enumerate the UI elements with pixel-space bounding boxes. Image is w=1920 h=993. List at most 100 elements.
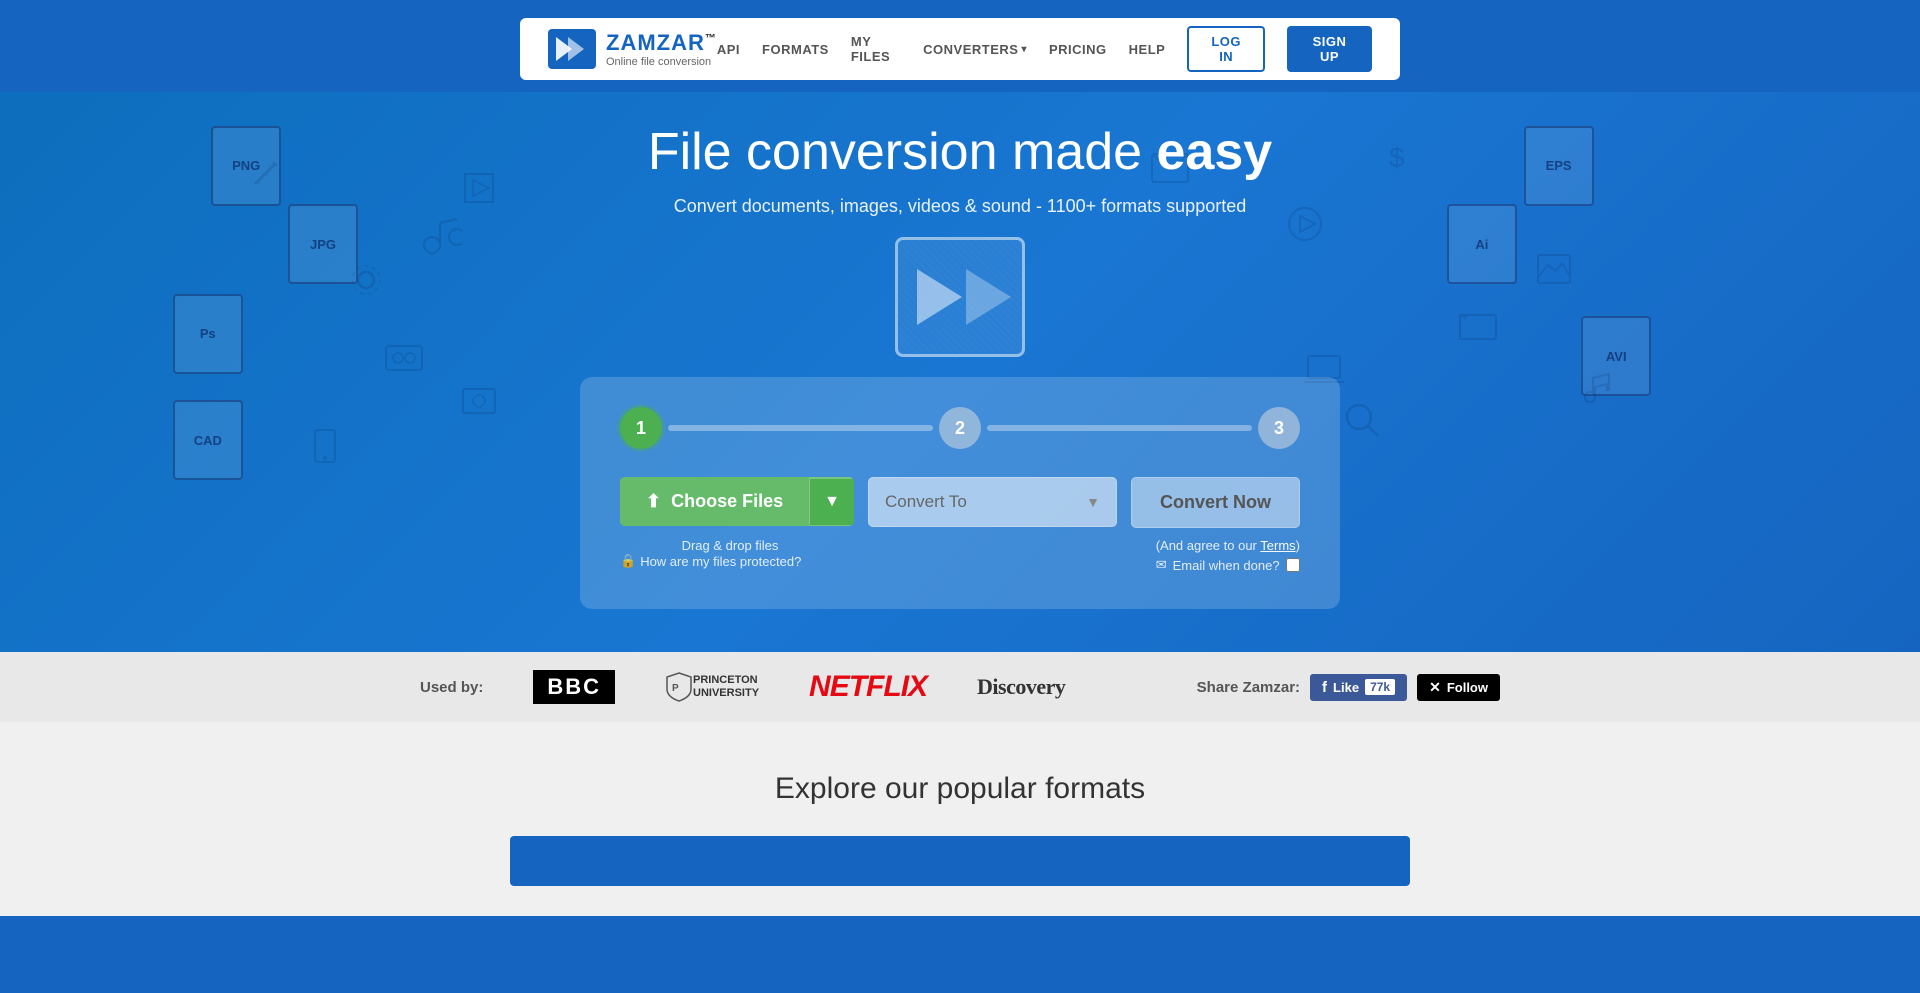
hero-title-regular: File conversion made	[648, 123, 1157, 181]
x-logo-icon: ✕	[1429, 679, 1441, 696]
hero-title: File conversion made easy	[648, 122, 1272, 182]
bg-gear-icon	[346, 260, 386, 300]
email-when-done-row: ✉ Email when done?	[1156, 557, 1300, 573]
bg-folder-icon	[1458, 305, 1498, 345]
bg-file-ps: Ps	[173, 294, 243, 374]
play-box	[895, 237, 1025, 357]
netflix-brand: NETFLIX	[809, 670, 927, 704]
step-2-circle: 2	[939, 407, 981, 449]
brand-sub-text: Online file conversion	[606, 56, 717, 68]
step-line-1	[668, 425, 933, 431]
agree-section: (And agree to our Terms) ✉ Email when do…	[1156, 538, 1300, 573]
netflix-logo: NETFLIX	[809, 670, 927, 704]
zamzar-logo-icon	[548, 29, 596, 69]
nav-link-api[interactable]: API	[717, 42, 740, 57]
brand-tm: ™	[705, 33, 717, 45]
bg-file-cad: CAD	[173, 400, 243, 480]
bg-file-eps: EPS	[1524, 126, 1594, 206]
drag-drop-text: Drag & drop files	[620, 538, 840, 553]
brand-text: ZAMZAR™ Online file conversion	[606, 30, 717, 68]
princeton-brand: P PRINCETON UNIVERSITY	[665, 671, 759, 703]
lock-icon: 🔒	[620, 553, 636, 569]
facebook-like-button[interactable]: f Like 77k	[1310, 674, 1407, 701]
bg-file-ai: Ai	[1447, 204, 1517, 284]
choose-files-dropdown-button[interactable]: ▼	[809, 479, 854, 525]
drag-drop-section: Drag & drop files 🔒 How are my files pro…	[620, 538, 840, 573]
fb-like-count: 77k	[1365, 679, 1395, 695]
fb-like-label: Like	[1333, 680, 1359, 695]
navbar-wrapper: ZAMZAR™ Online file conversion API FORMA…	[0, 0, 1920, 92]
used-by-bar: Used by: BBC P PRINCETON UNIVERSITY NETF…	[0, 652, 1920, 722]
nav-link-help[interactable]: HELP	[1129, 42, 1166, 57]
upload-icon: ⬆	[646, 491, 661, 512]
svg-text:$: $	[1389, 142, 1405, 173]
bg-pencil-icon	[250, 159, 280, 189]
princeton-shield-icon: P	[665, 671, 693, 703]
navbar: ZAMZAR™ Online file conversion API FORMA…	[520, 18, 1400, 80]
brand-name-text: ZAMZAR™	[606, 30, 717, 56]
bbc-brand: BBC	[533, 670, 615, 704]
converter-controls: ⬆ Choose Files ▼ Convert To ▼ Convert No…	[620, 477, 1300, 528]
twitter-follow-button[interactable]: ✕ Follow	[1417, 674, 1500, 701]
bg-video-icon	[461, 170, 497, 206]
brand-name-zamzar: ZAMZAR	[606, 30, 705, 55]
convert-to-select[interactable]: Convert To ▼	[868, 477, 1117, 527]
discovery-logo: Discovery	[977, 674, 1065, 700]
convert-to-chevron-icon: ▼	[1086, 494, 1100, 510]
converters-dropdown-arrow: ▾	[1021, 44, 1027, 55]
step-line-2	[987, 425, 1252, 431]
convert-now-button[interactable]: Convert Now	[1131, 477, 1300, 528]
bg-file-png: PNG	[211, 126, 281, 206]
share-label: Share Zamzar:	[1197, 679, 1300, 696]
bg-play-circle-icon	[1285, 204, 1325, 244]
bg-phone-icon	[307, 428, 343, 464]
converters-label: CONVERTERS	[923, 42, 1018, 57]
step-1-circle: 1	[620, 407, 662, 449]
navbar-nav: API FORMATS MY FILES CONVERTERS ▾ PRICIN…	[717, 26, 1372, 72]
converter-steps: 1 2 3	[620, 407, 1300, 449]
terms-link[interactable]: Terms	[1260, 538, 1295, 553]
princeton-text: PRINCETON UNIVERSITY	[693, 674, 759, 700]
convert-to-label: Convert To	[885, 492, 967, 512]
discovery-brand: Discovery	[977, 674, 1065, 700]
bg-dollar-icon: $	[1381, 137, 1421, 177]
hero-title-bold: easy	[1157, 123, 1273, 181]
explore-title: Explore our popular formats	[0, 772, 1920, 806]
explore-formats-bar[interactable]	[510, 836, 1410, 886]
signup-button[interactable]: SIGN UP	[1287, 26, 1372, 72]
bg-image-icon	[1534, 249, 1574, 289]
navbar-brand[interactable]: ZAMZAR™ Online file conversion	[548, 29, 717, 69]
nav-link-formats[interactable]: FORMATS	[762, 42, 829, 57]
protect-link-text: How are my files protected?	[640, 554, 801, 569]
protect-link[interactable]: 🔒 How are my files protected?	[620, 553, 840, 569]
convert-now-label: Convert Now	[1160, 492, 1271, 512]
choose-files-main-button[interactable]: ⬆ Choose Files	[620, 477, 809, 526]
bg-file-jpg: JPG	[288, 204, 358, 284]
bg-music-icon	[422, 215, 462, 255]
svg-text:P: P	[672, 683, 679, 694]
bg-cassette-icon	[384, 338, 424, 378]
choose-files-arrow-icon: ▼	[824, 493, 840, 511]
choose-files-button[interactable]: ⬆ Choose Files ▼	[620, 477, 854, 526]
bg-file-avi: AVI	[1581, 316, 1651, 396]
converter-box: 1 2 3 ⬆ Choose Files ▼ Convert To ▼	[580, 377, 1340, 609]
nav-link-converters[interactable]: CONVERTERS ▾	[923, 42, 1027, 57]
nav-link-pricing[interactable]: PRICING	[1049, 42, 1107, 57]
converter-meta: Drag & drop files 🔒 How are my files pro…	[620, 538, 1300, 573]
explore-section: Explore our popular formats	[0, 722, 1920, 916]
email-checkbox[interactable]	[1286, 558, 1300, 572]
facebook-icon: f	[1322, 679, 1327, 696]
step-3-circle: 3	[1258, 407, 1300, 449]
email-icon: ✉	[1156, 557, 1167, 573]
agree-suffix: )	[1296, 538, 1300, 553]
hero-subtitle: Convert documents, images, videos & soun…	[674, 196, 1246, 217]
nav-link-my-files[interactable]: MY FILES	[851, 34, 901, 64]
play-sketch-bg	[898, 240, 1022, 354]
twitter-follow-label: Follow	[1447, 680, 1488, 695]
bbc-logo: BBC	[533, 670, 615, 704]
used-by-label: Used by:	[420, 679, 483, 696]
bg-music-note-icon	[1573, 372, 1613, 412]
login-button[interactable]: LOG IN	[1187, 26, 1265, 72]
hero-play-animation	[895, 237, 1025, 357]
used-by-inner: Used by: BBC P PRINCETON UNIVERSITY NETF…	[360, 670, 1560, 704]
